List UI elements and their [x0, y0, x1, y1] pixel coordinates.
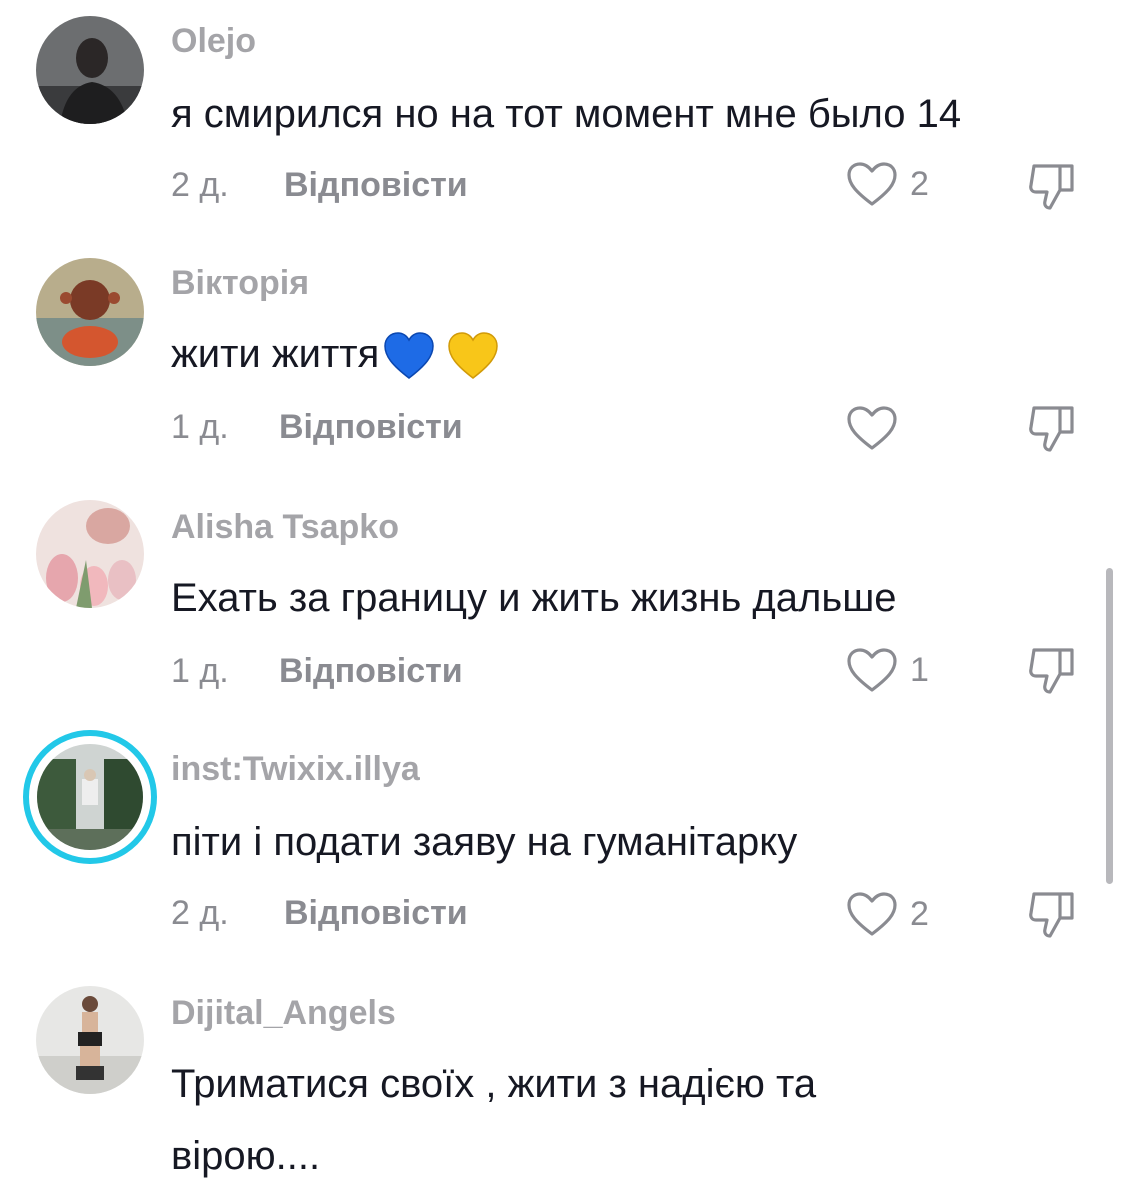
- avatar[interactable]: [36, 16, 144, 124]
- thumbs-down-icon: [1029, 648, 1074, 694]
- comment-age: 2 д.: [171, 166, 229, 204]
- thumbs-down-icon: [1029, 892, 1074, 938]
- reply-button[interactable]: Відповісти: [284, 894, 468, 933]
- heart-outline-icon: [847, 892, 897, 936]
- like-count: 2: [910, 164, 929, 203]
- like-count: 2: [910, 894, 929, 933]
- like-button[interactable]: 1: [846, 644, 929, 696]
- blue-heart-icon: [384, 332, 435, 380]
- comment-text: піти і подати заяву на гуманітарку: [171, 820, 798, 864]
- comment-age: 1 д.: [171, 408, 229, 446]
- thumbs-down-icon: [1029, 164, 1074, 210]
- user-avatar-icon: [23, 730, 157, 864]
- avatar[interactable]: [36, 500, 144, 608]
- avatar[interactable]: [36, 986, 144, 1094]
- scrollbar[interactable]: [1106, 568, 1113, 884]
- user-avatar-icon: [36, 258, 144, 366]
- heart-outline-icon: [847, 648, 897, 692]
- comment-text: жити життя: [171, 332, 380, 376]
- comment-text: я смирился но на тот момент мне было 14: [171, 92, 962, 136]
- comment-username[interactable]: inst:Twixix.illya: [171, 750, 420, 789]
- dislike-button[interactable]: [1024, 400, 1080, 456]
- thumbs-down-icon: [1029, 406, 1074, 452]
- comment-username[interactable]: Dijital_Angels: [171, 994, 396, 1033]
- comment-text-row: жити життя: [171, 322, 1071, 387]
- dislike-button[interactable]: [1024, 886, 1080, 942]
- dislike-button[interactable]: [1024, 642, 1080, 698]
- user-avatar-icon: [36, 986, 144, 1094]
- heart-outline-icon: [847, 162, 897, 206]
- yellow-heart-icon: [448, 332, 499, 380]
- dislike-button[interactable]: [1024, 158, 1080, 214]
- comment-text: вірою....: [171, 1134, 321, 1178]
- avatar[interactable]: [36, 258, 144, 366]
- user-avatar-icon: [36, 16, 144, 124]
- reply-button[interactable]: Відповісти: [279, 408, 463, 447]
- like-button[interactable]: 2: [846, 888, 929, 940]
- comment-age: 1 д.: [171, 652, 229, 690]
- like-button[interactable]: 2: [846, 158, 929, 210]
- comment-username[interactable]: Вікторія: [171, 264, 309, 303]
- reply-button[interactable]: Відповісти: [284, 166, 468, 205]
- comment-username[interactable]: Alisha Tsapko: [171, 508, 399, 547]
- comment-username[interactable]: Olejo: [171, 22, 256, 61]
- comment-text: Ехать за границу и жить жизнь дальше: [171, 576, 897, 620]
- like-button[interactable]: [846, 402, 910, 454]
- like-count: 1: [910, 650, 929, 689]
- user-avatar-icon: [36, 500, 144, 608]
- comment-age: 2 д.: [171, 894, 229, 932]
- comment-text: Триматися своїх , жити з надією та: [171, 1062, 817, 1106]
- heart-outline-icon: [847, 406, 897, 450]
- reply-button[interactable]: Відповісти: [279, 652, 463, 691]
- avatar[interactable]: [22, 729, 158, 865]
